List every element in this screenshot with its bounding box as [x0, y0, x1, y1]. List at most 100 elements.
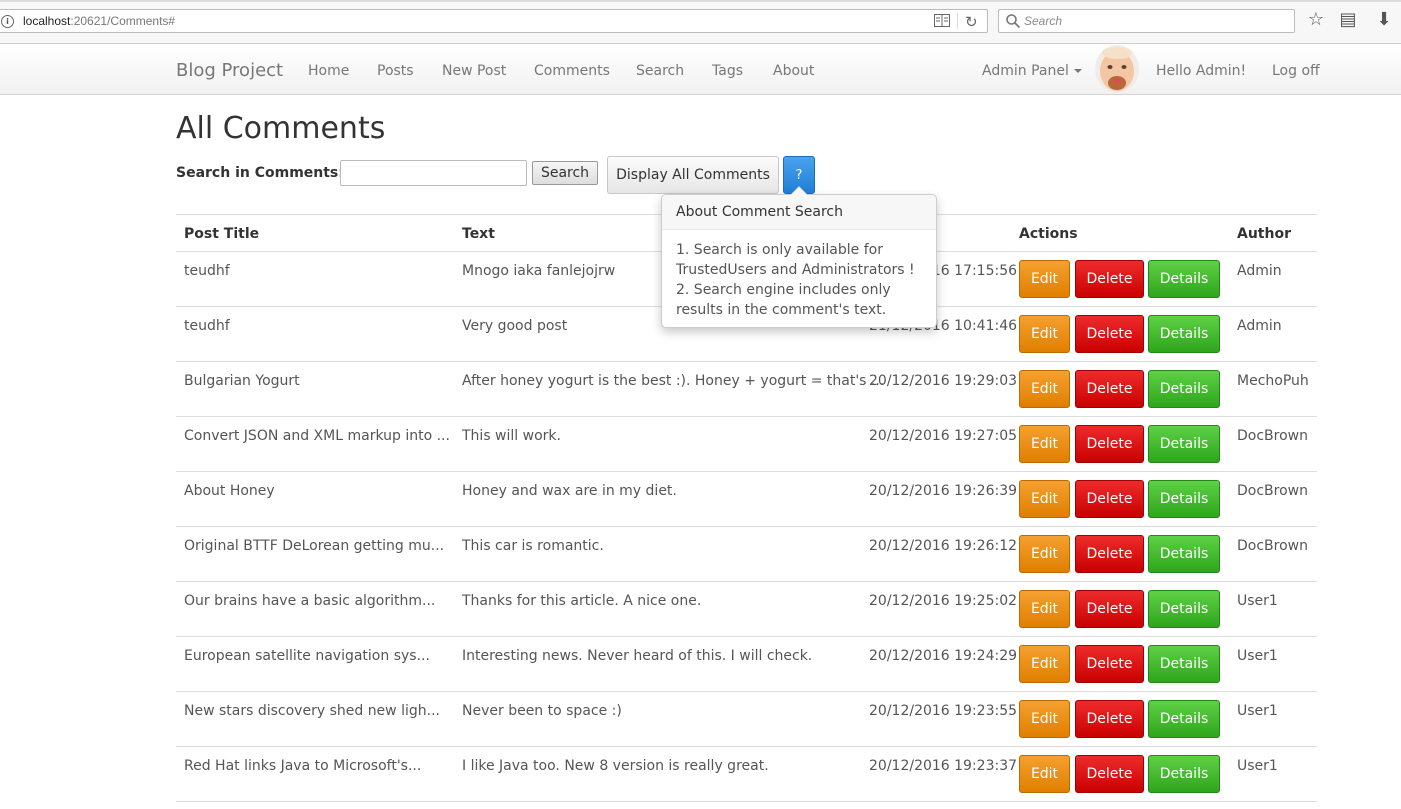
- edit-button[interactable]: Edit: [1019, 535, 1070, 573]
- post-title-cell: New stars discovery shed new ligh...: [184, 703, 440, 719]
- post-title-cell: Original BTTF DeLorean getting mu...: [184, 538, 445, 554]
- delete-button[interactable]: Delete: [1075, 535, 1144, 573]
- date-cell: 20/12/2016 19:25:02: [869, 593, 1018, 609]
- comment-text-cell: Very good post: [462, 318, 568, 334]
- details-button[interactable]: Details: [1148, 700, 1220, 738]
- author-cell: Admin: [1237, 263, 1282, 279]
- bookmark-star-icon[interactable]: ☆: [1306, 10, 1326, 30]
- nav-home[interactable]: Home: [308, 63, 349, 79]
- edit-button[interactable]: Edit: [1019, 315, 1070, 353]
- reader-view-icon[interactable]: [934, 14, 950, 27]
- details-button[interactable]: Details: [1148, 480, 1220, 518]
- delete-button[interactable]: Delete: [1075, 645, 1144, 683]
- popover-title: About Comment Search: [662, 195, 936, 230]
- admin-panel-dropdown[interactable]: Admin Panel: [982, 63, 1082, 79]
- comment-text-cell: This car is romantic.: [462, 538, 604, 554]
- delete-button[interactable]: Delete: [1075, 700, 1144, 738]
- edit-button[interactable]: Edit: [1019, 590, 1070, 628]
- delete-button[interactable]: Delete: [1075, 755, 1144, 793]
- post-title-cell: Convert JSON and XML markup into ...: [184, 428, 450, 444]
- comment-text-cell: Mnogo iaka fanlejojrw: [462, 263, 616, 279]
- details-button[interactable]: Details: [1148, 590, 1220, 628]
- nav-search[interactable]: Search: [636, 63, 684, 79]
- delete-button[interactable]: Delete: [1075, 370, 1144, 408]
- author-cell: Admin: [1237, 318, 1282, 334]
- search-button[interactable]: Search: [532, 161, 598, 185]
- author-cell: MechoPuh: [1237, 373, 1309, 389]
- nav-about[interactable]: About: [773, 63, 814, 79]
- delete-button[interactable]: Delete: [1075, 260, 1144, 298]
- author-cell: DocBrown: [1237, 538, 1308, 554]
- edit-button[interactable]: Edit: [1019, 645, 1070, 683]
- reading-list-icon[interactable]: ▤: [1338, 10, 1358, 30]
- user-greeting-link[interactable]: Hello Admin!: [1156, 63, 1246, 79]
- table-row: European satellite navigation sys... Int…: [176, 636, 1317, 692]
- popover-body: 1. Search is only available for TrustedU…: [662, 230, 936, 330]
- nav-new-post[interactable]: New Post: [442, 63, 506, 79]
- details-button[interactable]: Details: [1148, 425, 1220, 463]
- comment-text-cell: This will work.: [462, 428, 561, 444]
- author-cell: User1: [1237, 593, 1278, 609]
- comment-text-cell: Never been to space :): [462, 703, 622, 719]
- nav-tags[interactable]: Tags: [712, 63, 743, 79]
- post-title-cell: About Honey: [184, 483, 275, 499]
- details-button[interactable]: Details: [1148, 645, 1220, 683]
- header-text: Text: [462, 226, 495, 242]
- url-text[interactable]: localhost:20621/Comments#: [23, 14, 175, 28]
- info-icon[interactable]: i: [1, 15, 14, 28]
- nav-comments[interactable]: Comments: [534, 63, 610, 79]
- site-navbar: Blog Project Home Posts New Post Comment…: [0, 44, 1401, 95]
- post-title-cell: Red Hat links Java to Microsoft's...: [184, 758, 422, 774]
- edit-button[interactable]: Edit: [1019, 425, 1070, 463]
- logoff-link[interactable]: Log off: [1272, 63, 1320, 79]
- author-cell: DocBrown: [1237, 428, 1308, 444]
- details-button[interactable]: Details: [1148, 315, 1220, 353]
- details-button[interactable]: Details: [1148, 755, 1220, 793]
- header-author: Author: [1237, 226, 1291, 242]
- comment-text-cell: Interesting news. Never heard of this. I…: [462, 648, 813, 664]
- edit-button[interactable]: Edit: [1019, 755, 1070, 793]
- post-title-cell: European satellite navigation sys...: [184, 648, 430, 664]
- delete-button[interactable]: Delete: [1075, 315, 1144, 353]
- reload-icon[interactable]: ↻: [965, 13, 978, 31]
- popover-line-2: 2. Search engine includes only results i…: [676, 282, 891, 318]
- download-icon[interactable]: ⬇: [1374, 10, 1394, 30]
- display-all-comments-button[interactable]: Display All Comments: [607, 156, 779, 194]
- comment-text-cell: After honey yogurt is the best :). Honey…: [462, 373, 885, 389]
- popover-line-1: 1. Search is only available for TrustedU…: [676, 242, 915, 278]
- nav-posts[interactable]: Posts: [377, 63, 414, 79]
- author-cell: DocBrown: [1237, 483, 1308, 499]
- delete-button[interactable]: Delete: [1075, 425, 1144, 463]
- date-cell: 20/12/2016 19:26:39: [869, 483, 1018, 499]
- url-host: localhost: [23, 14, 71, 28]
- date-cell: 20/12/2016 19:24:29: [869, 648, 1018, 664]
- comment-search-input[interactable]: [340, 160, 527, 186]
- edit-button[interactable]: Edit: [1019, 260, 1070, 298]
- browser-search-bar[interactable]: Search: [998, 9, 1295, 33]
- delete-button[interactable]: Delete: [1075, 480, 1144, 518]
- date-cell: 20/12/2016 19:23:55: [869, 703, 1018, 719]
- edit-button[interactable]: Edit: [1019, 370, 1070, 408]
- edit-button[interactable]: Edit: [1019, 480, 1070, 518]
- brand-link[interactable]: Blog Project: [176, 60, 283, 81]
- details-button[interactable]: Details: [1148, 535, 1220, 573]
- details-button[interactable]: Details: [1148, 260, 1220, 298]
- edit-button[interactable]: Edit: [1019, 700, 1070, 738]
- avatar[interactable]: [1095, 45, 1139, 93]
- author-cell: User1: [1237, 703, 1278, 719]
- table-row: New stars discovery shed new ligh... Nev…: [176, 691, 1317, 747]
- address-bar[interactable]: i localhost:20621/Comments# ↻: [0, 9, 988, 33]
- date-cell: 20/12/2016 19:23:37: [869, 758, 1018, 774]
- delete-button[interactable]: Delete: [1075, 590, 1144, 628]
- table-row: Original BTTF DeLorean getting mu... Thi…: [176, 526, 1317, 582]
- post-title-cell: teudhf: [184, 263, 230, 279]
- table-row: Bulgarian Yogurt After honey yogurt is t…: [176, 361, 1317, 417]
- tab-strip-edge: [0, 0, 1401, 2]
- url-divider: [957, 13, 958, 29]
- comment-text-cell: I like Java too. New 8 version is really…: [462, 758, 769, 774]
- comment-text-cell: Honey and wax are in my diet.: [462, 483, 677, 499]
- post-title-cell: Our brains have a basic algorithm...: [184, 593, 436, 609]
- details-button[interactable]: Details: [1148, 370, 1220, 408]
- author-cell: User1: [1237, 758, 1278, 774]
- search-help-popover: About Comment Search 1. Search is only a…: [661, 186, 937, 330]
